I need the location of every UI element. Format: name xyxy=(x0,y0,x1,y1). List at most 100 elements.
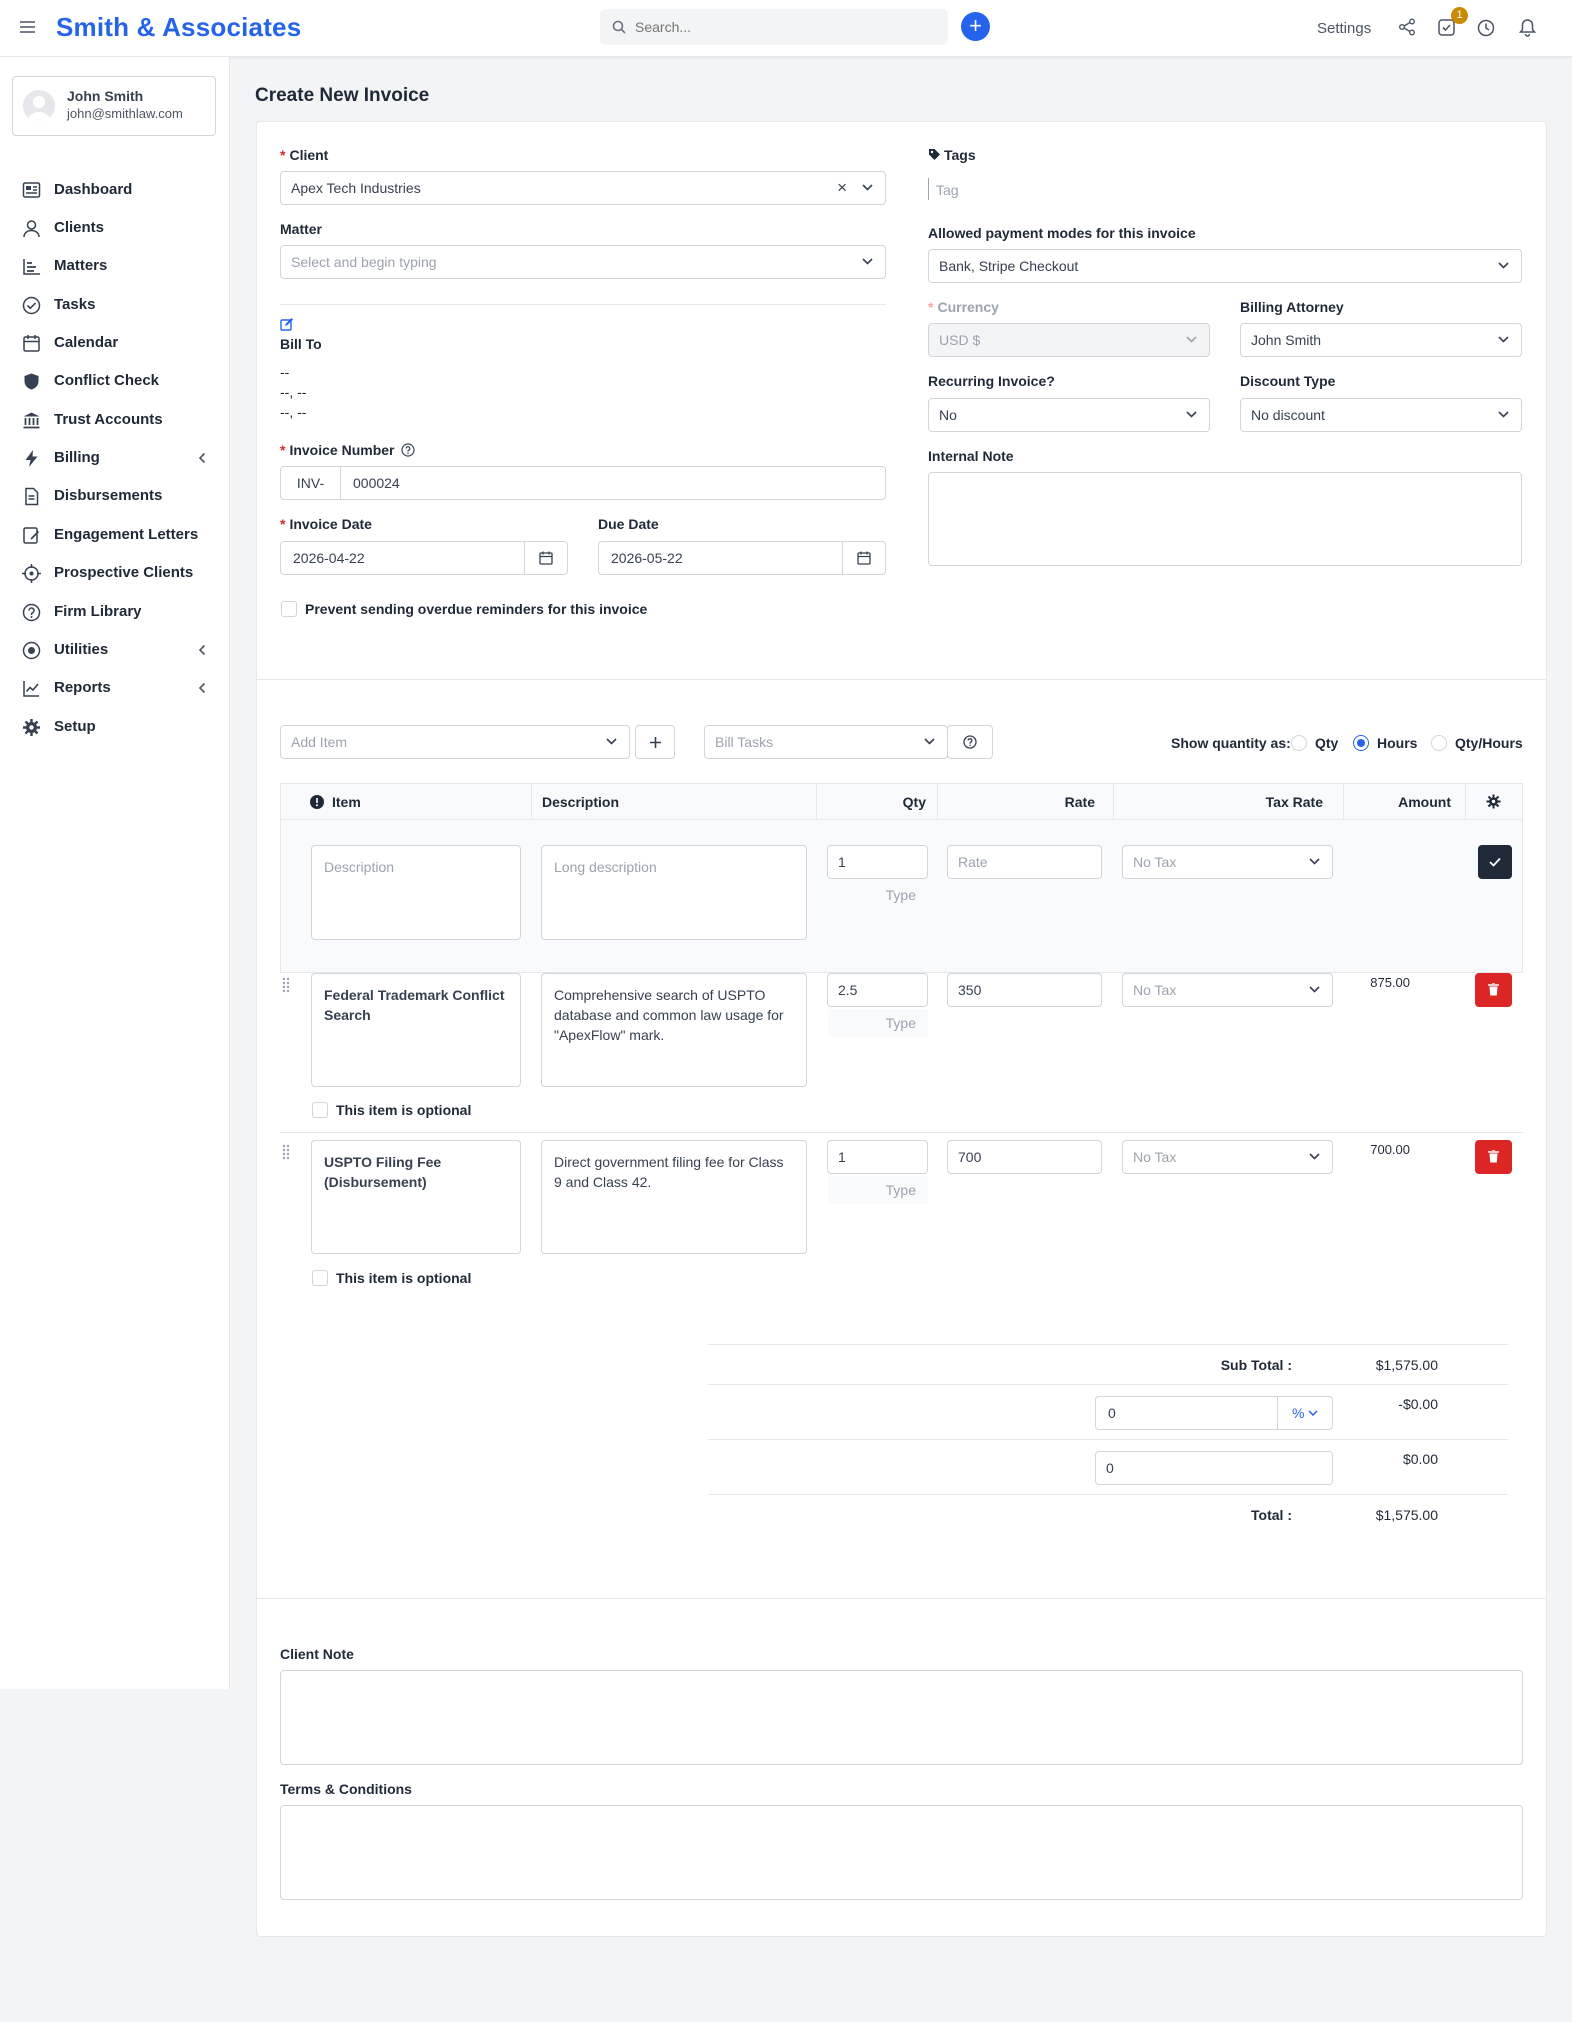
item-rate-input[interactable]: 350 xyxy=(947,973,1102,1007)
sidebar-item-dashboard[interactable]: Dashboard xyxy=(0,171,229,209)
tag-input[interactable]: Tag xyxy=(936,182,959,198)
hamburger-menu-icon[interactable] xyxy=(20,21,35,33)
target-icon xyxy=(22,564,41,583)
client-select[interactable]: Apex Tech Industries × xyxy=(280,171,886,205)
sidebar-item-tasks[interactable]: Tasks xyxy=(0,286,229,324)
item-optional-label: This item is optional xyxy=(336,1102,472,1118)
sidebar-item-calendar[interactable]: Calendar xyxy=(0,324,229,362)
new-item-qty-input[interactable]: 1 xyxy=(827,845,928,879)
new-item-long-description[interactable]: Long description xyxy=(541,845,807,940)
matter-select[interactable]: Select and begin typing xyxy=(280,245,886,279)
item-type-input[interactable]: Type xyxy=(828,1009,928,1037)
sidebar-item-matters[interactable]: Matters xyxy=(0,247,229,285)
invoice-number-input[interactable]: 000024 xyxy=(353,467,400,499)
payment-modes-select[interactable]: Bank, Stripe Checkout xyxy=(928,249,1522,283)
chevron-down-icon xyxy=(1309,858,1320,865)
client-note-textarea[interactable] xyxy=(280,1670,1523,1765)
new-item-type-input[interactable]: Type xyxy=(828,881,928,909)
sidebar-item-label: Reports xyxy=(54,679,111,696)
item-tax-select[interactable]: No Tax xyxy=(1122,1140,1333,1174)
client-label: * Client xyxy=(280,147,329,163)
bill-tasks-help-button[interactable] xyxy=(947,725,993,759)
new-item-tax-select[interactable]: No Tax xyxy=(1122,845,1333,879)
item-rate-input[interactable]: 700 xyxy=(947,1140,1102,1174)
settings-link[interactable]: Settings xyxy=(1317,20,1371,37)
new-item-description[interactable]: Description xyxy=(311,845,521,940)
due-date-field[interactable]: 2026-05-22 xyxy=(598,541,886,575)
item-type-input[interactable]: Type xyxy=(828,1176,928,1204)
clock-icon[interactable] xyxy=(1477,19,1495,37)
discount-type-select[interactable]: No discount xyxy=(1240,398,1522,432)
search-bar[interactable] xyxy=(600,9,948,45)
new-item-rate-input[interactable]: Rate xyxy=(947,845,1102,879)
sidebar-item-label: Prospective Clients xyxy=(54,564,194,581)
sidebar-item-firm-library[interactable]: Firm Library xyxy=(0,593,229,631)
add-item-select[interactable]: Add Item xyxy=(280,725,630,759)
calendar-icon[interactable] xyxy=(842,542,885,574)
item-tax-select[interactable]: No Tax xyxy=(1122,973,1333,1007)
toggle-icon xyxy=(22,641,41,660)
currency-select[interactable]: USD $ xyxy=(928,323,1210,357)
quick-create-button[interactable]: + xyxy=(961,12,990,41)
hours-radio[interactable] xyxy=(1353,735,1369,751)
bill-to-line: --, -- xyxy=(280,384,307,400)
gear-icon[interactable] xyxy=(1486,794,1501,809)
drag-handle-icon[interactable] xyxy=(282,977,290,993)
item-optional-checkbox[interactable] xyxy=(312,1102,328,1118)
brand-logo[interactable]: Smith & Associates xyxy=(56,12,301,43)
item-long-description[interactable]: Comprehensive search of USPTO database a… xyxy=(541,973,807,1087)
bill-tasks-select[interactable]: Bill Tasks xyxy=(704,725,948,759)
sidebar-item-label: Trust Accounts xyxy=(54,411,163,428)
item-tax-value: No Tax xyxy=(1133,1149,1177,1165)
clear-icon[interactable]: × xyxy=(837,172,847,204)
sidebar-item-reports[interactable]: Reports xyxy=(0,669,229,707)
sidebar-item-trust-accounts[interactable]: Trust Accounts xyxy=(0,401,229,439)
qty-radio[interactable] xyxy=(1291,735,1307,751)
bell-icon[interactable] xyxy=(1519,18,1536,37)
sidebar-item-prospective-clients[interactable]: Prospective Clients xyxy=(0,554,229,592)
share-icon[interactable] xyxy=(1398,18,1416,36)
sidebar-item-conflict-check[interactable]: Conflict Check xyxy=(0,362,229,400)
sidebar-item-engagement-letters[interactable]: Engagement Letters xyxy=(0,516,229,554)
item-qty-input[interactable]: 1 xyxy=(827,1140,928,1174)
sidebar-item-disbursements[interactable]: Disbursements xyxy=(0,477,229,515)
billing-attorney-select[interactable]: John Smith xyxy=(1240,323,1522,357)
delete-item-button[interactable] xyxy=(1475,1140,1512,1174)
sidebar-item-utilities[interactable]: Utilities xyxy=(0,631,229,669)
bars-icon xyxy=(22,257,41,276)
qty-hours-radio[interactable] xyxy=(1431,735,1447,751)
delete-item-button[interactable] xyxy=(1475,973,1512,1007)
sidebar-item-label: Setup xyxy=(54,718,96,735)
invoice-number-field[interactable]: INV- 000024 xyxy=(280,466,886,500)
recurring-select[interactable]: No xyxy=(928,398,1210,432)
add-item-button[interactable] xyxy=(635,725,675,759)
search-input[interactable] xyxy=(600,9,900,45)
calendar-icon[interactable] xyxy=(524,542,567,574)
sidebar-item-setup[interactable]: Setup xyxy=(0,708,229,746)
sidebar-item-clients[interactable]: Clients xyxy=(0,209,229,247)
sidebar-item-billing[interactable]: Billing xyxy=(0,439,229,477)
column-header-qty: Qty xyxy=(902,794,926,810)
prevent-reminders-checkbox[interactable] xyxy=(281,601,297,617)
item-optional-checkbox[interactable] xyxy=(312,1270,328,1286)
user-card[interactable]: John Smith john@smithlaw.com xyxy=(12,76,216,136)
tasks-check-icon[interactable] xyxy=(1438,19,1455,36)
sidebar-item-label: Billing xyxy=(54,449,100,466)
sidebar-item-label: Disbursements xyxy=(54,487,163,504)
invoice-date-input[interactable]: 2026-04-22 xyxy=(293,542,365,574)
item-qty-input[interactable]: 2.5 xyxy=(827,973,928,1007)
discount-input[interactable]: 0 xyxy=(1108,1397,1116,1429)
due-date-input[interactable]: 2026-05-22 xyxy=(611,542,683,574)
confirm-item-button[interactable] xyxy=(1478,845,1512,879)
drag-handle-icon[interactable] xyxy=(282,1144,290,1160)
invoice-date-field[interactable]: 2026-04-22 xyxy=(280,541,568,575)
internal-note-textarea[interactable] xyxy=(928,472,1522,566)
edit-icon[interactable] xyxy=(280,317,294,331)
item-long-description[interactable]: Direct government filing fee for Class 9… xyxy=(541,1140,807,1254)
terms-textarea[interactable] xyxy=(280,1805,1523,1900)
page-title: Create New Invoice xyxy=(255,85,430,106)
item-description[interactable]: Federal Trademark Conflict Search xyxy=(311,973,521,1087)
item-description[interactable]: USPTO Filing Fee (Disbursement) xyxy=(311,1140,521,1254)
discount-value: -$0.00 xyxy=(1398,1396,1438,1412)
currency-value: USD $ xyxy=(939,332,981,348)
